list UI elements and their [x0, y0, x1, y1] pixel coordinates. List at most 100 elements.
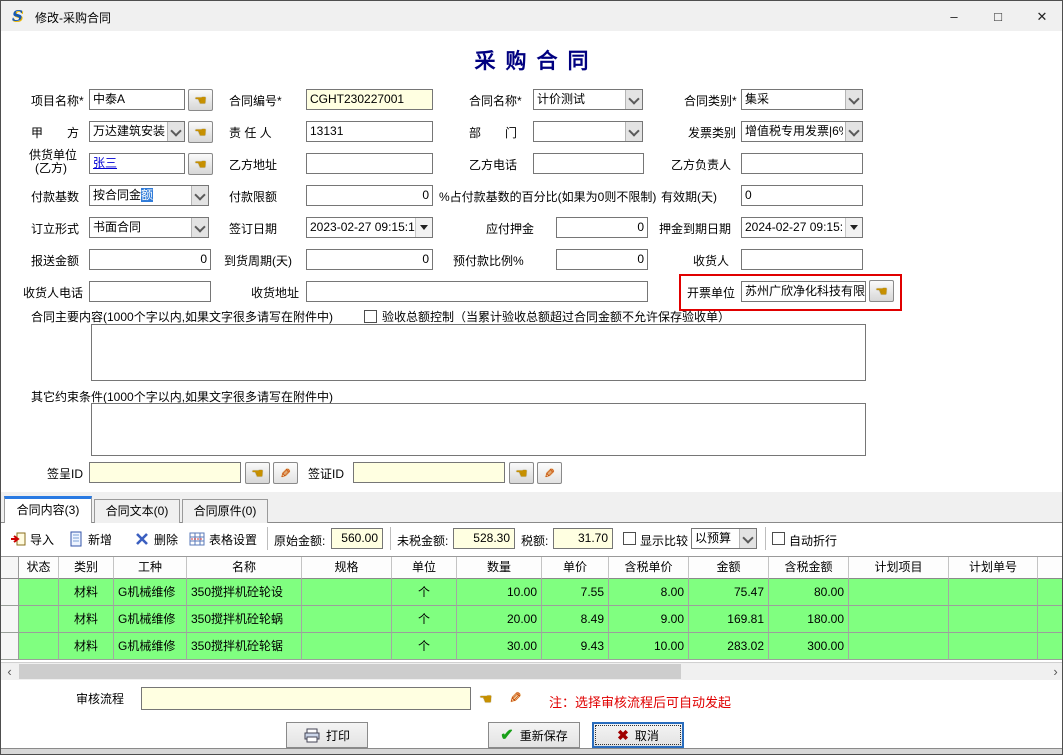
payment-base-select[interactable]: 按合同金额 — [89, 185, 209, 206]
party-a-lookup-button[interactable]: ☚ — [188, 121, 213, 143]
party-b-phone-label: 乙方电话 — [469, 155, 517, 175]
other-terms-textarea[interactable] — [91, 403, 866, 456]
show-compare-checkbox[interactable] — [623, 532, 636, 545]
autowrap-checkbox[interactable] — [772, 532, 785, 545]
dropdown-arrow-icon[interactable] — [415, 218, 432, 237]
delivery-cycle-field[interactable]: 0 — [306, 249, 433, 270]
approval-lookup-button[interactable]: ☚ — [479, 690, 492, 708]
col-header-status[interactable]: 状态 — [19, 557, 59, 579]
delete-row-button[interactable]: 删除 — [131, 527, 181, 551]
main-content-textarea[interactable] — [91, 324, 866, 381]
toolbar-separator — [267, 527, 268, 550]
chevron-down-icon[interactable] — [845, 90, 862, 109]
table-row[interactable]: 材料 G机械维修 350搅拌机砼轮锯 个 30.00 9.43 10.00 28… — [1, 633, 1063, 660]
invoice-type-label: 发票类别 — [688, 123, 736, 143]
chevron-down-icon[interactable] — [845, 122, 862, 141]
maximize-button[interactable]: □ — [976, 1, 1020, 31]
table-row[interactable]: 材料 G机械维修 350搅拌机砼轮设 个 10.00 7.55 8.00 75.… — [1, 579, 1063, 606]
pointing-hand-icon: ☚ — [194, 124, 207, 140]
receiver-field[interactable] — [741, 249, 863, 270]
qiancheng-lookup-button[interactable]: ☚ — [245, 462, 270, 484]
receiver-label: 收货人 — [693, 251, 729, 271]
table-settings-button[interactable]: 表格设置 — [186, 527, 260, 551]
qianzheng-edit-button[interactable]: ✎ — [537, 462, 562, 484]
col-header-name[interactable]: 名称 — [187, 557, 302, 579]
tab-contract-original[interactable]: 合同原件(0) — [182, 499, 268, 523]
receiver-phone-field[interactable] — [89, 281, 211, 302]
prepay-ratio-field[interactable]: 0 — [556, 249, 648, 270]
party-b-contact-label: 乙方负责人 — [671, 155, 731, 175]
tab-contract-content[interactable]: 合同内容(3) — [4, 496, 92, 523]
chevron-down-icon[interactable] — [167, 122, 184, 141]
supplier-lookup-button[interactable]: ☚ — [188, 153, 213, 175]
pointing-hand-icon: ☚ — [479, 691, 492, 708]
contract-no-field[interactable]: CGHT230227001 — [306, 89, 433, 110]
approval-edit-button[interactable]: ✎ — [509, 689, 522, 707]
col-header-qty[interactable]: 数量 — [457, 557, 542, 579]
payment-limit-field[interactable]: 0 — [306, 185, 433, 206]
sign-date-picker[interactable]: 2023-02-27 09:15:1 — [306, 217, 433, 238]
qiancheng-id-field[interactable] — [89, 462, 241, 483]
invoice-unit-lookup-button[interactable]: ☚ — [869, 280, 894, 302]
contract-name-label: 合同名称* — [469, 91, 522, 111]
deposit-field[interactable]: 0 — [556, 217, 648, 238]
report-amount-field[interactable]: 0 — [89, 249, 211, 270]
col-header-category[interactable]: 类别 — [59, 557, 114, 579]
supplier-field[interactable]: 张三 — [89, 153, 185, 174]
scroll-right-button[interactable]: › — [1047, 663, 1063, 680]
approval-flow-field[interactable] — [141, 687, 471, 710]
department-select[interactable] — [533, 121, 643, 142]
receive-address-field[interactable] — [306, 281, 648, 302]
chevron-down-icon[interactable] — [739, 529, 756, 548]
col-header-price[interactable]: 单价 — [542, 557, 609, 579]
party-a-select[interactable]: 万达建筑安装工程有 — [89, 121, 185, 142]
deposit-due-picker[interactable]: 2024-02-27 09:15: — [741, 217, 863, 238]
approval-flow-label: 审核流程 — [76, 689, 124, 709]
manager-field[interactable]: 13131 — [306, 121, 433, 142]
valid-days-field[interactable]: 0 — [741, 185, 863, 206]
tab-contract-text[interactable]: 合同文本(0) — [94, 499, 180, 523]
horizontal-scrollbar[interactable]: ‹ › — [1, 662, 1063, 680]
invoice-unit-field[interactable]: 苏州广欣净化科技有限 — [741, 281, 866, 302]
table-row[interactable]: 材料 G机械维修 350搅拌机砼轮蜗 个 20.00 8.49 9.00 169… — [1, 606, 1063, 633]
col-header-taxed-amount[interactable]: 含税金额 — [769, 557, 849, 579]
add-row-button[interactable]: 新增 — [65, 527, 115, 551]
dropdown-arrow-icon[interactable] — [845, 218, 862, 237]
qiancheng-edit-button[interactable]: ✎ — [273, 462, 298, 484]
close-button[interactable]: ✕ — [1020, 1, 1063, 31]
scrollbar-thumb[interactable] — [19, 664, 681, 679]
col-header-plan-project[interactable]: 计划项目 — [849, 557, 949, 579]
party-b-address-field[interactable] — [306, 153, 433, 174]
form-type-select[interactable]: 书面合同 — [89, 217, 209, 238]
minimize-button[interactable]: – — [932, 1, 976, 31]
chevron-down-icon[interactable] — [625, 90, 642, 109]
contract-name-select[interactable]: 计价测试 — [533, 89, 643, 110]
col-header-spec[interactable]: 规格 — [302, 557, 392, 579]
acceptance-total-checkbox[interactable] — [364, 310, 377, 323]
col-header-worktype[interactable]: 工种 — [114, 557, 187, 579]
project-lookup-button[interactable]: ☚ — [188, 89, 213, 111]
invoice-type-select[interactable]: 增值税专用发票|6% — [741, 121, 863, 142]
tax-value: 31.70 — [553, 528, 613, 549]
cancel-button[interactable]: ✖ 取消 — [592, 722, 684, 748]
col-header-taxed-price[interactable]: 含税单价 — [609, 557, 689, 579]
import-button[interactable]: 导入 — [7, 527, 57, 551]
party-b-contact-field[interactable] — [741, 153, 863, 174]
autowrap-label: 自动折行 — [789, 532, 837, 549]
chevron-down-icon[interactable] — [191, 218, 208, 237]
scroll-left-button[interactable]: ‹ — [1, 663, 18, 680]
contract-type-select[interactable]: 集采 — [741, 89, 863, 110]
save-button[interactable]: ✔ 重新保存 — [488, 722, 580, 748]
chevron-down-icon[interactable] — [191, 186, 208, 205]
project-name-field[interactable]: 中泰A — [89, 89, 185, 110]
supplier-link[interactable]: 张三 — [93, 156, 117, 170]
qianzheng-lookup-button[interactable]: ☚ — [509, 462, 534, 484]
col-header-plan-no[interactable]: 计划单号 — [949, 557, 1038, 579]
print-button[interactable]: 打印 — [286, 722, 368, 748]
col-header-amount[interactable]: 金额 — [689, 557, 769, 579]
col-header-unit[interactable]: 单位 — [392, 557, 457, 579]
party-b-phone-field[interactable] — [533, 153, 644, 174]
qianzheng-id-field[interactable] — [353, 462, 505, 483]
compare-mode-select[interactable]: 以预算 — [691, 528, 757, 549]
chevron-down-icon[interactable] — [625, 122, 642, 141]
